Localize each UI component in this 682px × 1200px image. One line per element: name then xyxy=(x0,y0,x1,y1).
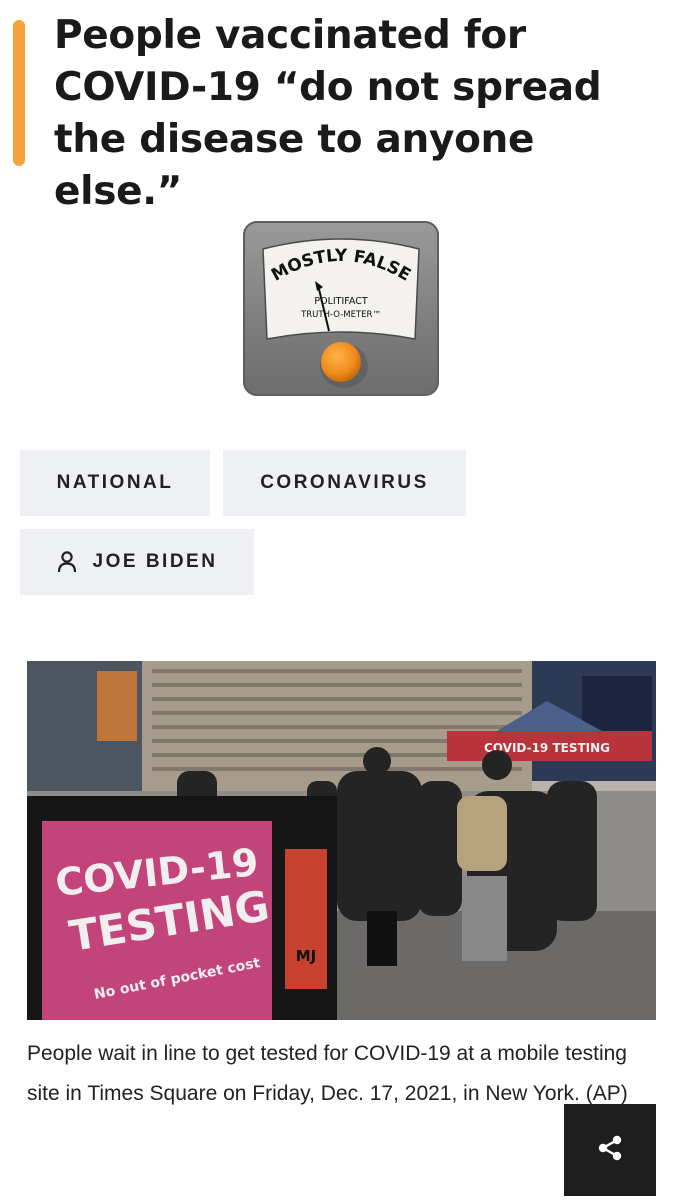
headline-line-3: the disease to anyone else.” xyxy=(54,117,535,214)
tag-speaker-joe-biden[interactable]: JOE BIDEN xyxy=(20,529,254,595)
headline-line-1: People vaccinated for xyxy=(54,13,526,58)
share-button[interactable] xyxy=(564,1104,656,1196)
backpack xyxy=(457,796,507,871)
billboard xyxy=(97,671,137,741)
headline-line-2: COVID-19 “do not spread xyxy=(54,65,602,110)
meter-knob xyxy=(321,342,361,382)
tag-coronavirus[interactable]: CORONAVIRUS xyxy=(223,450,466,516)
share-icon xyxy=(595,1133,625,1168)
tag-national-label: NATIONAL xyxy=(56,472,174,493)
tag-coronavirus-label: CORONAVIRUS xyxy=(260,472,429,493)
theater-poster-text: MJ xyxy=(296,947,317,965)
tag-speaker-label: JOE BIDEN xyxy=(92,551,218,572)
person-icon xyxy=(57,551,77,573)
meter-brand-line-2: TRUTH-O-METER™ xyxy=(300,310,381,320)
truth-o-meter: MOSTLY FALSE POLITIFACT TRUTH-O-METER™ xyxy=(243,221,439,396)
photo-caption: People wait in line to get tested for CO… xyxy=(27,1042,628,1105)
theater-poster xyxy=(285,849,327,989)
meter-brand-line-1: POLITIFACT xyxy=(314,296,367,307)
accent-bar xyxy=(13,20,25,166)
article-photo: COVID-19 TESTING COVID-19 TESTING No out… xyxy=(27,661,656,1020)
tag-national[interactable]: NATIONAL xyxy=(20,450,210,516)
headline: People vaccinated for COVID-19 “do not s… xyxy=(54,10,674,218)
